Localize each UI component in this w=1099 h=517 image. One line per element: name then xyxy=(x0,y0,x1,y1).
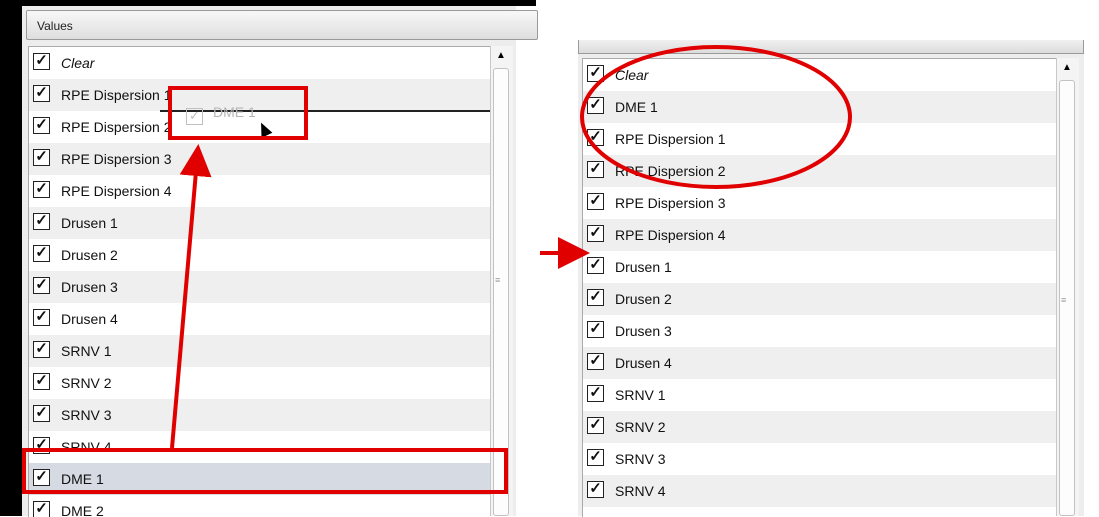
check-icon[interactable]: ✓ xyxy=(587,193,604,210)
values-list-after[interactable]: ✓ Clear ✓ DME 1 ✓ RPE Dispersion 1 ✓ RPE Disper… xyxy=(582,58,1057,517)
list-item-label: Drusen 4 xyxy=(61,311,118,327)
check-icon[interactable]: ✓ xyxy=(587,65,604,82)
list-item[interactable]: ✓ RPE Dispersion 4 xyxy=(29,175,491,207)
list-item-label: RPE Dispersion 3 xyxy=(615,195,726,211)
check-icon[interactable]: ✓ xyxy=(587,129,604,146)
list-item[interactable]: ✓ Drusen 4 xyxy=(583,347,1057,379)
list-item-label: RPE Dispersion 3 xyxy=(61,151,172,167)
grip-icon: ≡ xyxy=(1061,295,1067,305)
list-item[interactable]: ✓ Drusen 2 xyxy=(29,239,491,271)
check-icon[interactable]: ✓ xyxy=(33,245,50,262)
check-icon[interactable]: ✓ xyxy=(33,405,50,422)
list-item-label: RPE Dispersion 4 xyxy=(61,183,172,199)
drop-target-highlight xyxy=(168,86,308,140)
check-icon[interactable]: ✓ xyxy=(587,161,604,178)
list-item[interactable]: ✓ RPE Dispersion 3 xyxy=(29,143,491,175)
list-item-label: SRNV 4 xyxy=(615,483,666,499)
arrow-up-icon[interactable]: ▲ xyxy=(1059,60,1075,76)
list-item[interactable]: ✓ SRNV 2 xyxy=(29,367,491,399)
list-item[interactable]: ✓ SRNV 3 xyxy=(583,443,1057,475)
check-icon[interactable]: ✓ xyxy=(587,385,604,402)
list-item-label: SRNV 3 xyxy=(61,407,112,423)
list-item-label: RPE Dispersion 2 xyxy=(61,119,172,135)
list-item-label: SRNV 2 xyxy=(615,419,666,435)
values-panel-header-right xyxy=(578,40,1084,54)
list-item-label: Drusen 4 xyxy=(615,355,672,371)
list-item[interactable]: ✓ Clear xyxy=(29,47,491,79)
dragged-item-highlight xyxy=(22,448,508,494)
list-item[interactable]: ✓ SRNV 1 xyxy=(29,335,491,367)
values-panel-header: Values xyxy=(26,10,538,40)
list-item[interactable]: ✓ Drusen 1 xyxy=(29,207,491,239)
check-icon[interactable]: ✓ xyxy=(33,149,50,166)
list-item[interactable]: ✓ SRNV 2 xyxy=(583,411,1057,443)
list-item-label: SRNV 1 xyxy=(61,343,112,359)
check-icon[interactable]: ✓ xyxy=(33,373,50,390)
arrow-up-icon[interactable]: ▲ xyxy=(493,48,509,64)
check-icon[interactable]: ✓ xyxy=(33,501,50,517)
list-item-label: Drusen 2 xyxy=(61,247,118,263)
list-item[interactable]: ✓ Drusen 3 xyxy=(583,315,1057,347)
list-item[interactable]: ✓ SRNV 1 xyxy=(583,379,1057,411)
check-icon[interactable]: ✓ xyxy=(587,417,604,434)
check-icon[interactable]: ✓ xyxy=(587,225,604,242)
list-item[interactable]: ✓ RPE Dispersion 3 xyxy=(583,187,1057,219)
list-item-label: Clear xyxy=(615,67,649,83)
list-item[interactable]: ✓ Drusen 1 xyxy=(583,251,1057,283)
check-icon[interactable]: ✓ xyxy=(33,213,50,230)
list-item[interactable]: ✓ Drusen 3 xyxy=(29,271,491,303)
grip-icon: ≡ xyxy=(495,275,501,285)
list-item-label: RPE Dispersion 2 xyxy=(615,163,726,179)
check-icon[interactable]: ✓ xyxy=(33,85,50,102)
check-icon[interactable]: ✓ xyxy=(587,481,604,498)
list-item-label: Drusen 1 xyxy=(61,215,118,231)
list-item-label: SRNV 3 xyxy=(615,451,666,467)
list-item-label: Drusen 2 xyxy=(615,291,672,307)
list-item[interactable]: ✓ SRNV 4 xyxy=(583,475,1057,507)
check-icon[interactable]: ✓ xyxy=(33,341,50,358)
check-icon[interactable]: ✓ xyxy=(33,277,50,294)
list-item-label: RPE Dispersion 1 xyxy=(61,87,172,103)
left-scrollbar[interactable]: ▲ ≡ xyxy=(490,46,513,516)
check-icon[interactable]: ✓ xyxy=(587,321,604,338)
check-icon[interactable]: ✓ xyxy=(587,353,604,370)
list-item[interactable]: ✓ SRNV 3 xyxy=(29,399,491,431)
check-icon[interactable]: ✓ xyxy=(587,257,604,274)
list-item[interactable]: ✓ Drusen 4 xyxy=(29,303,491,335)
list-item[interactable]: ✓ RPE Dispersion 2 xyxy=(583,155,1057,187)
list-item[interactable]: ✓ RPE Dispersion 1 xyxy=(583,123,1057,155)
list-item-label: SRNV 2 xyxy=(61,375,112,391)
list-item-label: RPE Dispersion 1 xyxy=(615,131,726,147)
check-icon[interactable]: ✓ xyxy=(587,289,604,306)
right-scrollbar[interactable]: ▲ ≡ xyxy=(1056,58,1079,516)
list-item-label: RPE Dispersion 4 xyxy=(615,227,726,243)
list-item-label: Clear xyxy=(61,55,95,71)
check-icon[interactable]: ✓ xyxy=(33,309,50,326)
list-item-label: Drusen 3 xyxy=(61,279,118,295)
list-item[interactable]: ✓ RPE Dispersion 4 xyxy=(583,219,1057,251)
list-item-label: DME 2 xyxy=(61,503,104,517)
check-icon[interactable]: ✓ xyxy=(587,449,604,466)
list-item-label: Drusen 3 xyxy=(615,323,672,339)
list-item[interactable]: ✓ Drusen 2 xyxy=(583,283,1057,315)
check-icon[interactable]: ✓ xyxy=(33,53,50,70)
list-item-label: SRNV 1 xyxy=(615,387,666,403)
list-item-label: Drusen 1 xyxy=(615,259,672,275)
check-icon[interactable]: ✓ xyxy=(33,181,50,198)
panel-title: Values xyxy=(37,19,73,33)
frame-left-border xyxy=(0,0,22,516)
list-item[interactable]: ✓ DME 1 xyxy=(583,91,1057,123)
list-item-label: DME 1 xyxy=(615,99,658,115)
check-icon[interactable]: ✓ xyxy=(587,97,604,114)
list-item[interactable]: ✓ Clear xyxy=(583,59,1057,91)
check-icon[interactable]: ✓ xyxy=(33,117,50,134)
list-item[interactable]: ✓ DME 2 xyxy=(29,495,491,517)
